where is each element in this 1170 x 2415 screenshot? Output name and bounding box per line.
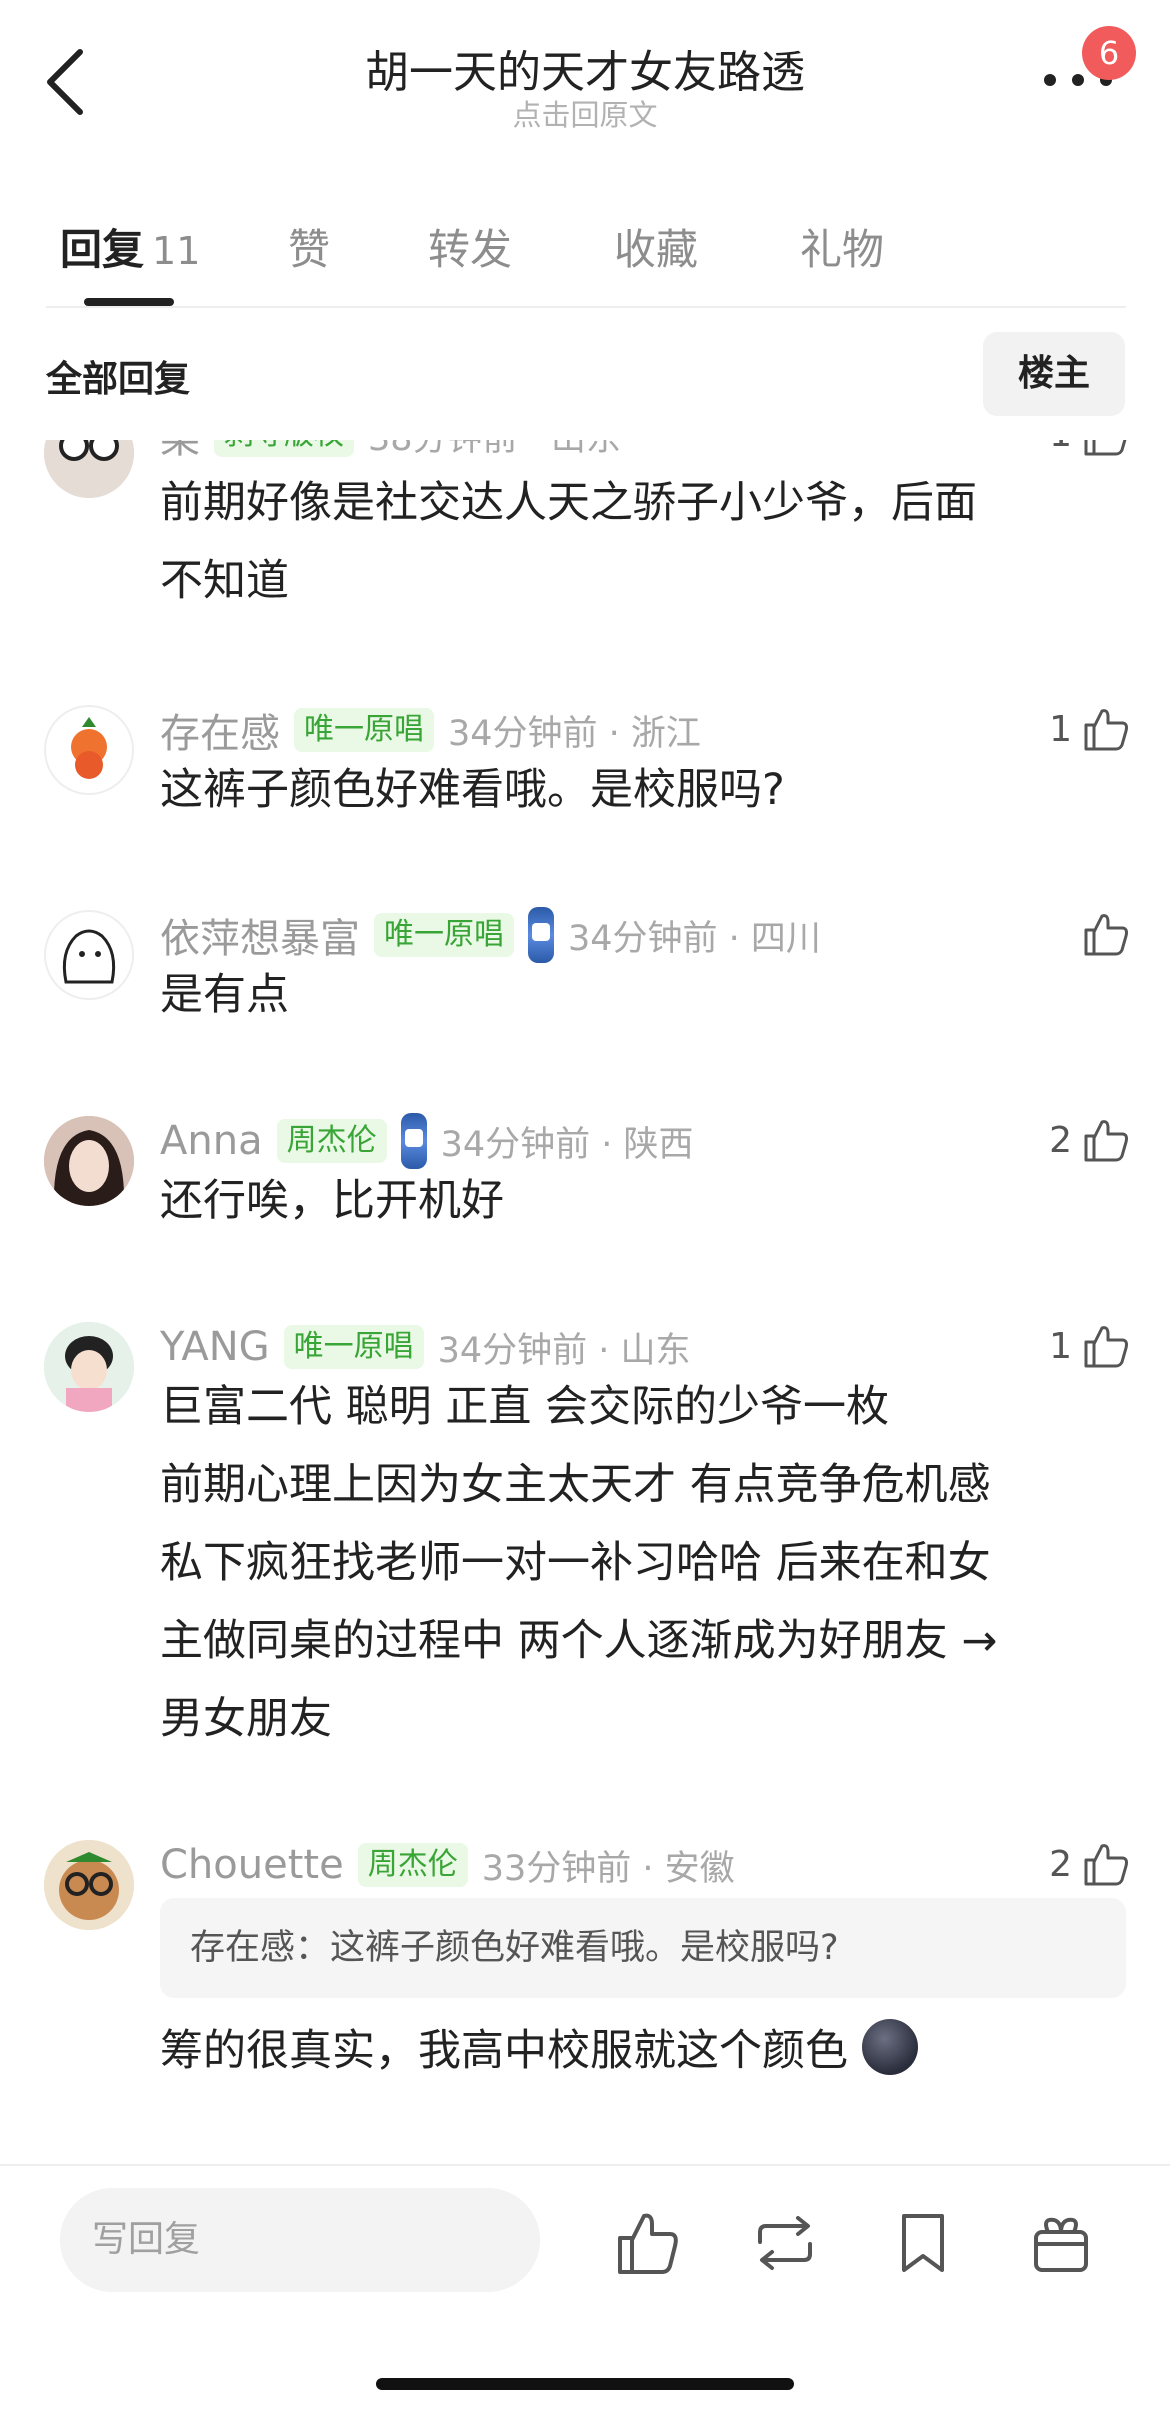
timestamp-location: 34分钟前 · 浙江 — [448, 713, 701, 754]
comment-list: 某 剥夺版权 38分钟前 · 山东 1 前期好像是社交达人天之骄子小少爷，后面 … — [0, 440, 1170, 2160]
header: 胡一天的天才女友路透 点击回原文 6 — [0, 0, 1170, 150]
avatar[interactable] — [44, 440, 134, 498]
like-count: 2 — [1049, 1119, 1072, 1161]
comment-meta: 某 剥夺版权 38分钟前 · 山东 — [160, 440, 621, 462]
comment-line: 巨富二代 聪明 正直 会交际的少爷一枚 — [160, 1382, 890, 1432]
comment-text: 筹的很真实，我高中校服就这个颜色 — [160, 2012, 1120, 2090]
avatar[interactable] — [44, 1116, 134, 1206]
page-title: 胡一天的天才女友路透 — [365, 47, 805, 98]
tab-replies-count: 11 — [152, 229, 201, 273]
fan-tag: 周杰伦 — [276, 1119, 387, 1163]
comment-line: 男女朋友 — [160, 1694, 332, 1744]
comment-line-text: 筹的很真实，我高中校服就这个颜色 — [160, 2026, 848, 2076]
thumbs-up-icon — [1084, 1120, 1128, 1162]
active-tab-indicator — [84, 298, 174, 306]
comment-line: 是有点 — [160, 970, 289, 1020]
thumbs-up-icon — [1084, 709, 1128, 751]
comment-line: 前期好像是社交达人天之骄子小少爷，后面 — [160, 478, 977, 528]
avatar[interactable] — [44, 1322, 134, 1412]
username[interactable]: YANG — [160, 1324, 270, 1370]
fan-tag: 唯一原唱 — [283, 1325, 424, 1369]
comment-text: 这裤子颜色好难看哦。是校服吗? — [160, 751, 1120, 829]
tab-bar: 回复 11 赞 转发 收藏 礼物 — [0, 200, 1170, 310]
tab-likes[interactable]: 赞 — [288, 216, 330, 277]
comment-line: 前期心理上因为女主太天才 有点竞争危机感 — [160, 1460, 991, 1510]
gift-icon[interactable] — [1026, 2208, 1096, 2278]
comment-meta: YANG 唯一原唱 34分钟前 · 山东 — [160, 1322, 691, 1372]
comment-text: 前期好像是社交达人天之骄子小少爷，后面 不知道 — [160, 464, 1120, 620]
timestamp-location: 34分钟前 · 四川 — [568, 918, 821, 959]
like-count: 1 — [1049, 1325, 1072, 1367]
tab-favorites[interactable]: 收藏 — [614, 216, 698, 277]
comment-line: 私下疯狂找老师一对一补习哈哈 后来在和女 — [160, 1538, 991, 1588]
comment-line: 主做同桌的过程中 两个人逐渐成为好朋友 → — [160, 1616, 998, 1666]
like-button[interactable]: 1 — [1049, 705, 1130, 753]
username[interactable]: Anna — [160, 1118, 263, 1164]
timestamp-location: 33分钟前 · 安徽 — [481, 1848, 735, 1889]
avatar[interactable] — [44, 705, 134, 795]
home-indicator — [376, 2378, 794, 2390]
thumbs-up-icon — [1084, 440, 1127, 456]
tab-gifts[interactable]: 礼物 — [800, 216, 884, 277]
tab-reposts[interactable]: 转发 — [428, 216, 512, 277]
fan-tag: 周杰伦 — [357, 1843, 468, 1887]
filter-all-replies[interactable]: 全部回复 — [46, 350, 190, 402]
back-to-original-link[interactable]: 点击回原文 — [0, 92, 1170, 134]
owner-only-button[interactable]: 楼主 — [983, 332, 1125, 416]
username[interactable]: Chouette — [160, 1842, 344, 1888]
thumbs-up-icon — [1084, 1326, 1128, 1368]
comment-text: 巨富二代 聪明 正直 会交际的少爷一枚 前期心理上因为女主太天才 有点竞争危机感… — [160, 1368, 1120, 1758]
fan-tag: 唯一原唱 — [374, 913, 514, 957]
like-count: 1 — [1049, 708, 1072, 750]
like-button[interactable]: 2 — [1049, 1116, 1130, 1164]
notification-badge: 6 — [1082, 26, 1136, 80]
comment-meta: Chouette 周杰伦 33分钟前 · 安徽 — [160, 1840, 735, 1890]
username[interactable]: 某 — [160, 440, 200, 464]
comment-meta: 存在感 唯一原唱 34分钟前 · 浙江 — [160, 705, 701, 757]
comment-meta: Anna 周杰伦 34分钟前 · 陕西 — [160, 1113, 694, 1169]
timestamp-location: 38分钟前 · 山东 — [368, 440, 621, 461]
fan-tag: 剥夺版权 — [214, 440, 354, 457]
comment-meta: 依萍想暴富 唯一原唱 34分钟前 · 四川 — [160, 907, 821, 963]
comment-line: 不知道 — [160, 556, 289, 606]
like-button[interactable]: 2 — [1049, 1840, 1130, 1888]
like-button[interactable] — [1072, 910, 1130, 958]
like-count: 1 — [1049, 440, 1072, 455]
tab-replies[interactable]: 回复 11 — [60, 216, 200, 277]
timestamp-location: 34分钟前 · 陕西 — [440, 1124, 694, 1165]
like-button[interactable]: 1 — [1049, 1322, 1130, 1370]
avatar[interactable] — [44, 910, 134, 1000]
can-badge-icon — [528, 907, 554, 963]
comment-text: 是有点 — [160, 956, 1120, 1034]
thumbs-up-icon — [1084, 914, 1128, 956]
quoted-reply[interactable]: 存在感：这裤子颜色好难看哦。是校服吗? — [160, 1898, 1126, 1998]
like-count: 2 — [1049, 1843, 1072, 1885]
comment-text: 还行唉，比开机好 — [160, 1162, 1120, 1240]
comment-line: 还行唉，比开机好 — [160, 1176, 504, 1226]
can-badge-icon — [400, 1113, 427, 1169]
bookmark-icon[interactable] — [888, 2208, 958, 2278]
tab-replies-label: 回复 — [60, 225, 145, 274]
reply-input[interactable]: 写回复 — [60, 2188, 540, 2292]
like-button[interactable]: 1 — [1049, 440, 1130, 458]
comment-line: 筹的很真实，我高中校服就这个颜色 — [160, 2012, 1120, 2090]
divider — [46, 306, 1126, 308]
timestamp-location: 34分钟前 · 山东 — [437, 1330, 691, 1371]
repost-icon[interactable] — [750, 2208, 820, 2278]
new-moon-face-emoji-icon — [861, 2019, 918, 2075]
avatar[interactable] — [44, 1840, 134, 1930]
comment-line: 这裤子颜色好难看哦。是校服吗? — [160, 765, 785, 815]
fan-tag: 唯一原唱 — [294, 708, 434, 752]
like-icon[interactable] — [612, 2208, 682, 2278]
thumbs-up-icon — [1084, 1844, 1128, 1886]
divider — [0, 2164, 1170, 2166]
